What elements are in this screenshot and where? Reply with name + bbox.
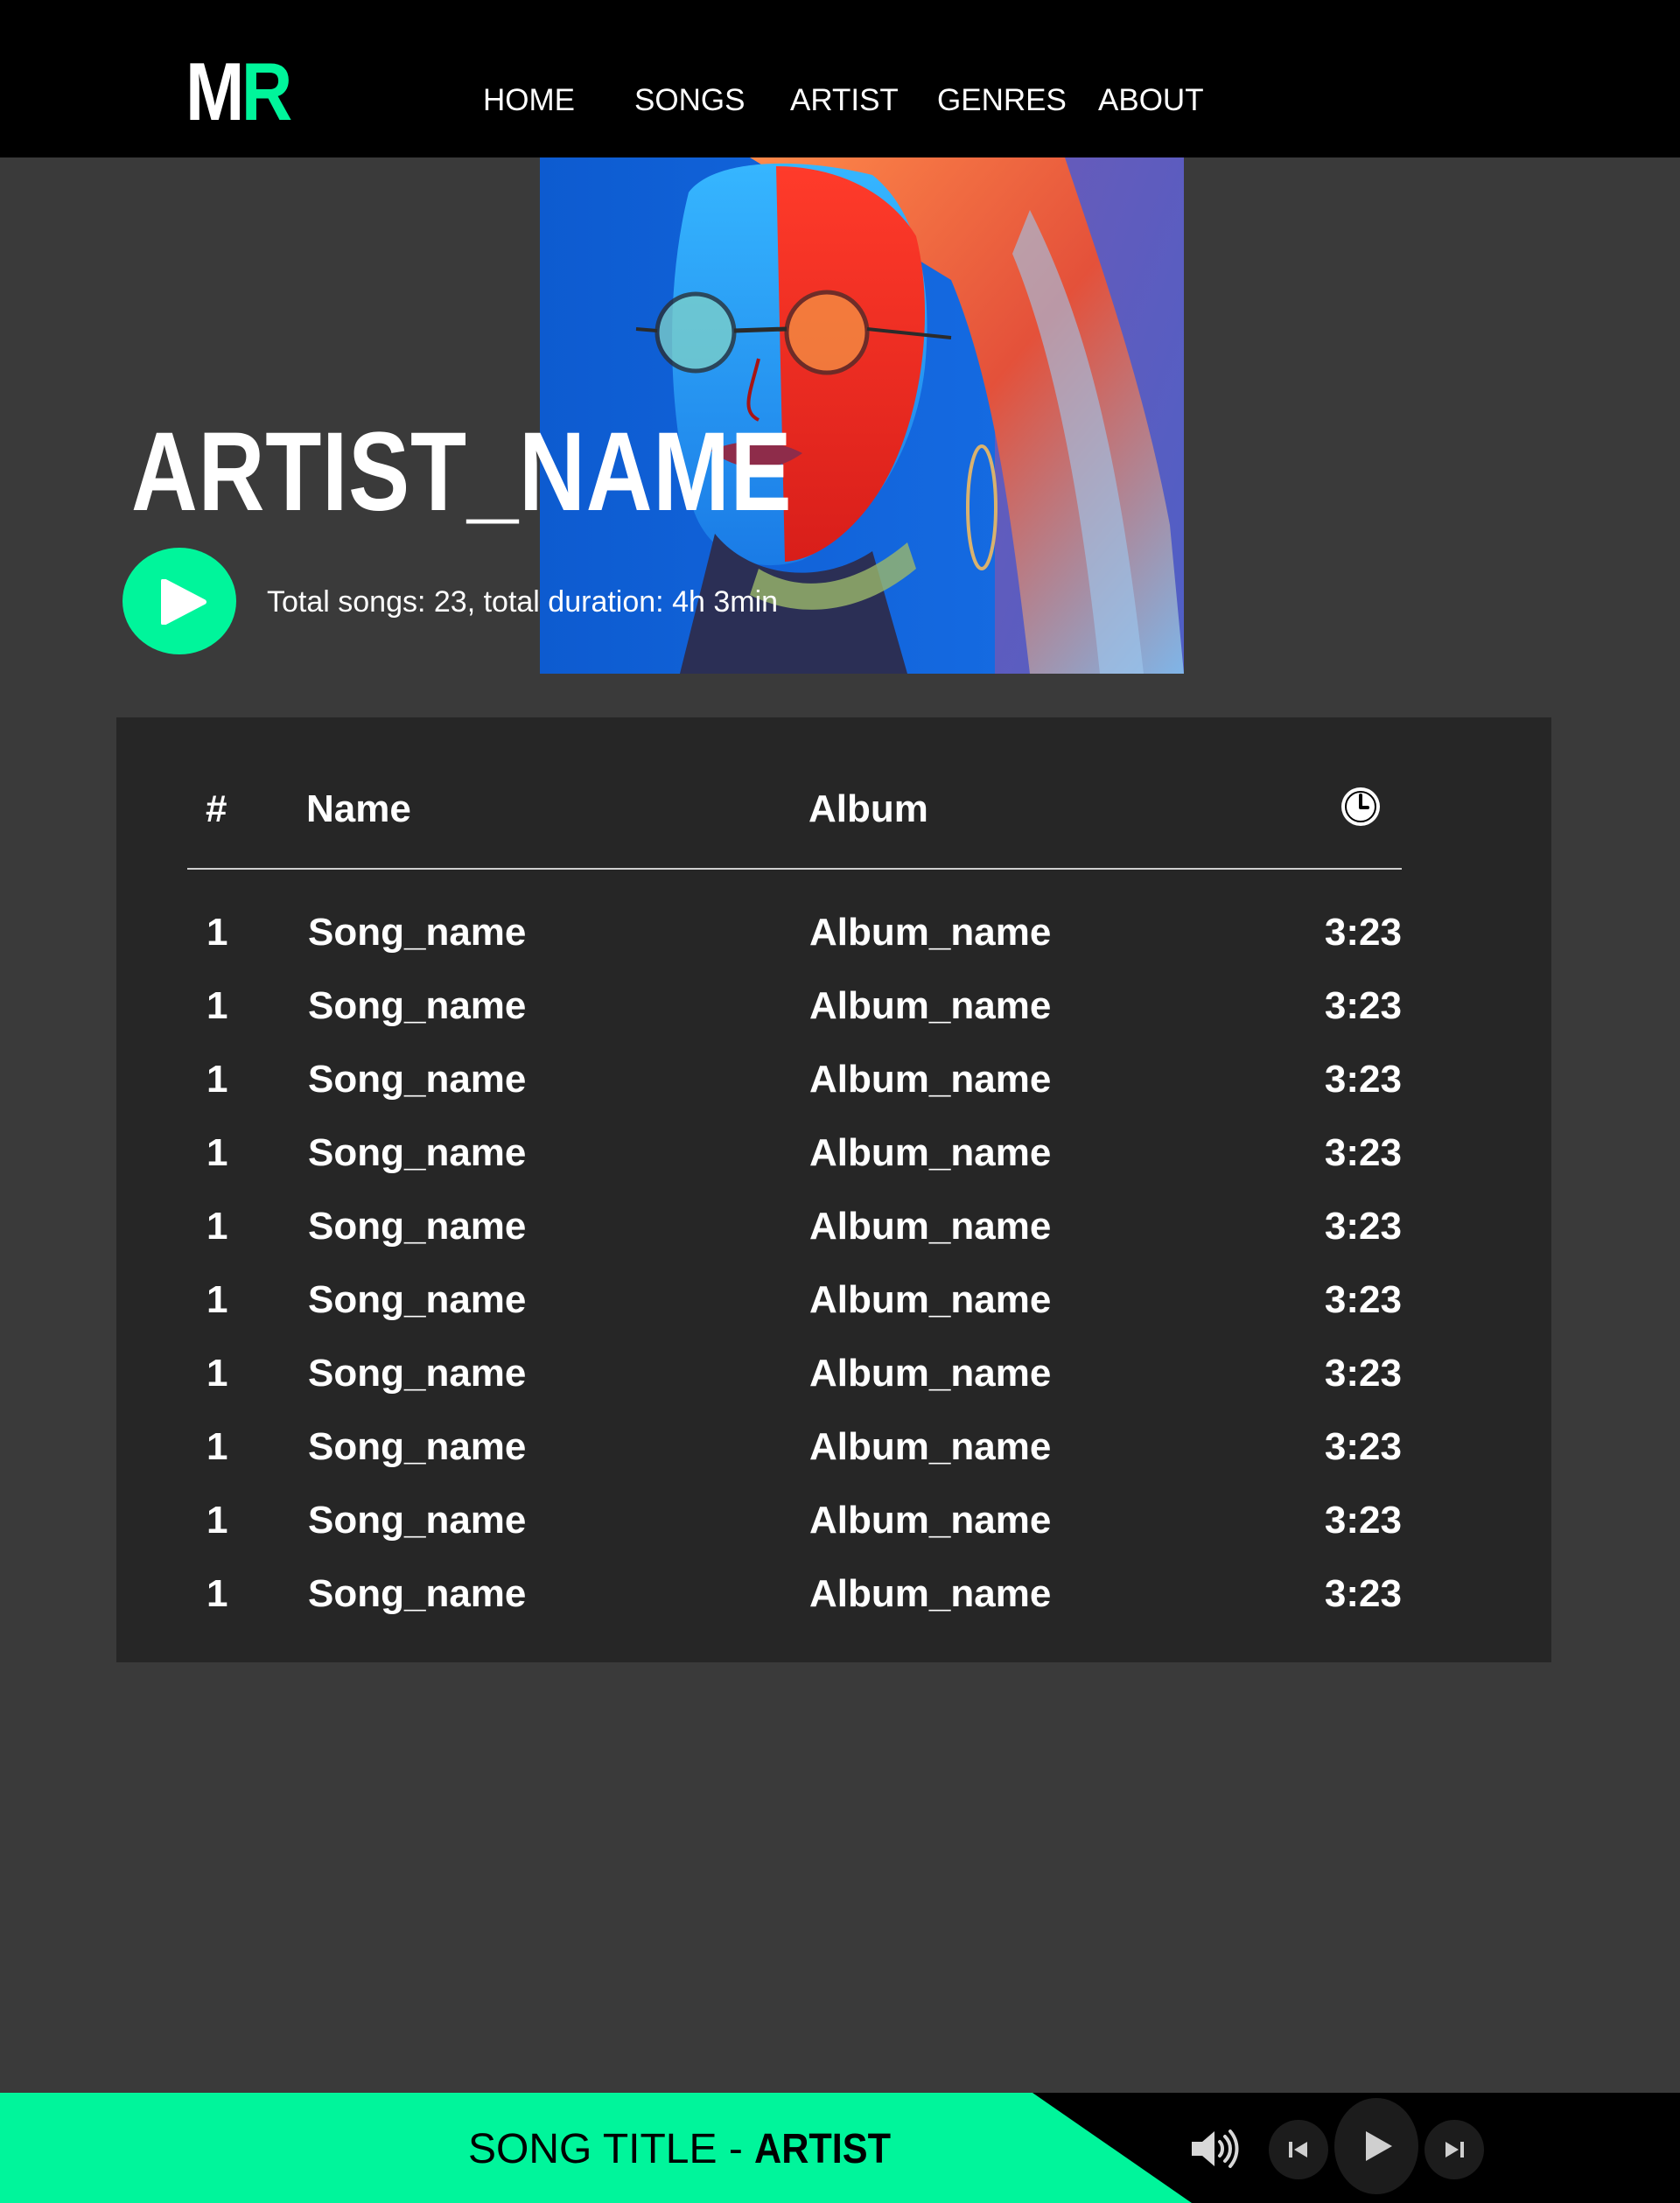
column-header-name[interactable]: Name	[306, 787, 411, 831]
song-name: Song_name	[308, 1425, 527, 1468]
artist-stats: Total songs: 23, total duration: 4h 3min	[267, 585, 779, 619]
song-number: 1	[206, 911, 228, 954]
previous-button[interactable]	[1269, 2120, 1328, 2179]
next-button[interactable]	[1424, 2120, 1484, 2179]
nav-genres[interactable]: GENRES	[937, 83, 1067, 118]
next-icon	[1446, 2142, 1464, 2158]
song-duration: 3:23	[1324, 1058, 1402, 1101]
logo[interactable]: MR	[186, 51, 292, 133]
song-album: Album_name	[809, 1058, 1052, 1101]
song-album: Album_name	[809, 1499, 1052, 1542]
song-number: 1	[206, 984, 228, 1027]
song-album: Album_name	[809, 911, 1052, 954]
song-number: 1	[206, 1205, 228, 1248]
song-album: Album_name	[809, 1131, 1052, 1174]
song-name: Song_name	[308, 1131, 527, 1174]
song-name: Song_name	[308, 1205, 527, 1248]
song-album: Album_name	[809, 1205, 1052, 1248]
previous-icon	[1289, 2142, 1307, 2158]
table-row[interactable]: 1 Song_name Album_name 3:23	[187, 896, 1402, 969]
song-number: 1	[206, 1572, 228, 1615]
song-duration: 3:23	[1324, 1278, 1402, 1321]
volume-button[interactable]	[1183, 2117, 1246, 2180]
song-album: Album_name	[809, 1278, 1052, 1321]
now-playing-artist: ARTIST	[754, 2126, 892, 2172]
play-icon	[1366, 2131, 1392, 2161]
song-duration: 3:23	[1324, 1499, 1402, 1542]
table-row[interactable]: 1 Song_name Album_name 3:23	[187, 1263, 1402, 1337]
song-name: Song_name	[308, 984, 527, 1027]
song-name: Song_name	[308, 1572, 527, 1615]
table-row[interactable]: 1 Song_name Album_name 3:23	[187, 1410, 1402, 1484]
song-name: Song_name	[308, 1499, 527, 1542]
top-navigation-bar: MR HOME SONGS ARTIST GENRES ABOUT	[0, 0, 1680, 157]
now-playing-separator: -	[717, 2126, 755, 2172]
song-number: 1	[206, 1131, 228, 1174]
play-icon	[161, 579, 206, 625]
song-duration: 3:23	[1324, 911, 1402, 954]
artist-page: MR HOME SONGS ARTIST GENRES ABOUT ARTIST…	[0, 0, 1680, 2203]
song-duration: 3:23	[1324, 984, 1402, 1027]
table-row[interactable]: 1 Song_name Album_name 3:23	[187, 1043, 1402, 1116]
song-number: 1	[206, 1278, 228, 1321]
table-row[interactable]: 1 Song_name Album_name 3:23	[187, 1116, 1402, 1190]
song-number: 1	[206, 1058, 228, 1101]
song-duration: 3:23	[1324, 1131, 1402, 1174]
table-row[interactable]: 1 Song_name Album_name 3:23	[187, 1484, 1402, 1557]
song-duration: 3:23	[1324, 1352, 1402, 1395]
nav-songs[interactable]: SONGS	[634, 83, 745, 118]
play-all-button[interactable]	[122, 548, 236, 654]
table-row[interactable]: 1 Song_name Album_name 3:23	[187, 969, 1402, 1043]
song-duration: 3:23	[1324, 1425, 1402, 1468]
song-number: 1	[206, 1425, 228, 1468]
column-header-number: #	[206, 787, 228, 830]
song-album: Album_name	[809, 1352, 1052, 1395]
song-number: 1	[206, 1352, 228, 1395]
song-name: Song_name	[308, 1352, 527, 1395]
song-number: 1	[206, 1499, 228, 1542]
table-row[interactable]: 1 Song_name Album_name 3:23	[187, 1337, 1402, 1410]
volume-icon	[1192, 2130, 1239, 2168]
nav-about[interactable]: ABOUT	[1098, 83, 1204, 118]
table-header-divider	[187, 868, 1402, 870]
column-header-album[interactable]: Album	[808, 787, 928, 831]
player-play-button[interactable]	[1334, 2098, 1418, 2194]
clock-icon	[1341, 787, 1380, 826]
artist-name-heading: ARTIST_NAME	[131, 409, 793, 535]
song-album: Album_name	[809, 1425, 1052, 1468]
song-duration: 3:23	[1324, 1572, 1402, 1615]
now-playing-text[interactable]: SONG TITLE - ARTIST	[468, 2126, 906, 2173]
song-name: Song_name	[308, 1058, 527, 1101]
song-name: Song_name	[308, 1278, 527, 1321]
nav-home[interactable]: HOME	[483, 83, 575, 118]
song-name: Song_name	[308, 911, 527, 954]
table-row[interactable]: 1 Song_name Album_name 3:23	[187, 1190, 1402, 1263]
logo-letter-r: R	[241, 45, 292, 137]
song-album: Album_name	[809, 1572, 1052, 1615]
nav-artist[interactable]: ARTIST	[790, 83, 899, 118]
now-playing-song-title: SONG TITLE	[468, 2126, 718, 2172]
table-row[interactable]: 1 Song_name Album_name 3:23	[187, 1557, 1402, 1631]
player-bar: SONG TITLE - ARTIST	[0, 2093, 1680, 2203]
logo-letter-m: M	[186, 45, 244, 137]
song-duration: 3:23	[1324, 1205, 1402, 1248]
song-album: Album_name	[809, 984, 1052, 1027]
